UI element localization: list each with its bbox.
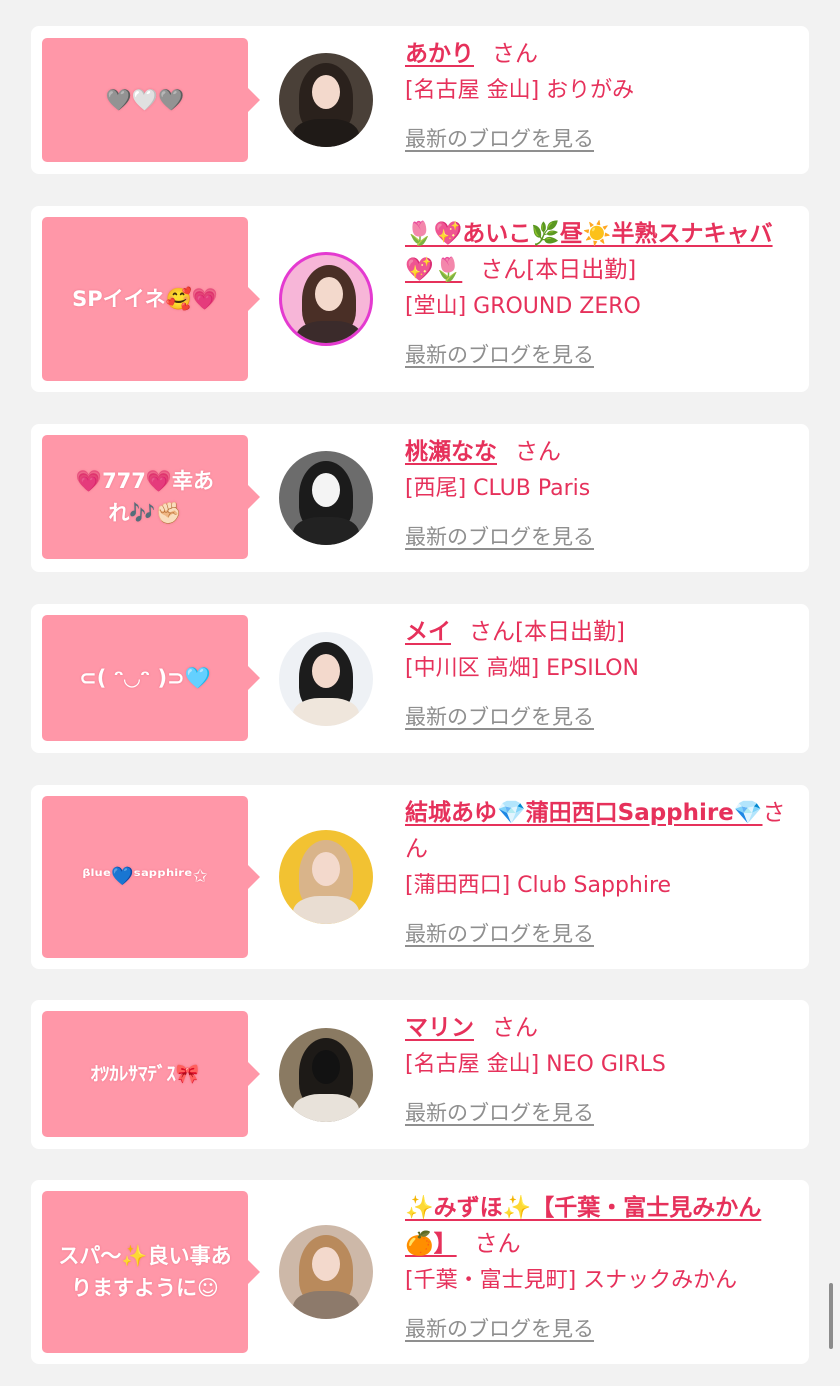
user-name-link[interactable]: 結城あゆ💎蒲田西口Sapphire💎 — [405, 800, 763, 826]
honorific: さん — [515, 439, 561, 465]
list-item: ⊂( ᵔ◡ᵔ )⊃🩵 メイ さん[本日出勤] [中川区 高畑] EPSILON 最… — [31, 604, 809, 753]
honorific: さん — [492, 1015, 538, 1041]
list-item: ᵝˡᵘᵉ💙ˢᵃᵖᵖʰⁱʳᵉ✩ 結城あゆ💎蒲田西口Sapphire💎さん [蒲田西… — [31, 785, 809, 969]
list-item: SPイイネ🥰💗 🌷💖あいこ🌿昼☀️半熟スナキャバ💖🌷 さん[本日出勤] [堂山] … — [31, 206, 809, 392]
list-item: 🩶🤍🩶 あかり さん [名古屋 金山] おりがみ 最新のブログを見る — [31, 26, 809, 174]
honorific: さん — [480, 257, 527, 283]
user-photo-icon[interactable] — [279, 1028, 373, 1122]
latest-blog-link[interactable]: 最新のブログを見る — [405, 522, 594, 552]
user-name-link[interactable]: ✨みずほ✨【千葉・富士見みかん🍊】 — [405, 1195, 761, 1257]
shop-info: [名古屋 金山] NEO GIRLS — [405, 1052, 666, 1077]
shop-info: [中川区 高畑] EPSILON — [405, 656, 640, 681]
message-bubble: ⊂( ᵔ◡ᵔ )⊃🩵 — [42, 615, 260, 741]
user-name-link[interactable]: マリン — [405, 1015, 474, 1041]
scrollbar[interactable] — [829, 1283, 833, 1349]
status-badge: [本日出勤] — [526, 257, 637, 283]
user-photo-icon[interactable] — [279, 53, 373, 147]
honorific: さん — [492, 41, 538, 67]
user-photo-icon[interactable] — [279, 252, 373, 346]
list-item: スパ〜✨良い事ありますように☺ ✨みずほ✨【千葉・富士見みかん🍊】 さん [千葉・… — [31, 1180, 809, 1364]
latest-blog-link[interactable]: 最新のブログを見る — [405, 1098, 594, 1128]
honorific: さん — [474, 1231, 521, 1257]
latest-blog-link[interactable]: 最新のブログを見る — [405, 124, 594, 154]
message-bubble: 🩶🤍🩶 — [42, 38, 260, 162]
message-bubble: ᵝˡᵘᵉ💙ˢᵃᵖᵖʰⁱʳᵉ✩ — [42, 796, 260, 958]
list-item: 💗777💗幸あれ🎶✊🏻 桃瀬なな さん [西尾] CLUB Paris 最新のブロ… — [31, 424, 809, 572]
latest-blog-link[interactable]: 最新のブログを見る — [405, 340, 594, 370]
user-name-link[interactable]: あかり — [405, 41, 474, 67]
message-bubble: SPイイネ🥰💗 — [42, 217, 260, 381]
user-photo-icon[interactable] — [279, 830, 373, 924]
shop-info: [西尾] CLUB Paris — [405, 476, 591, 501]
latest-blog-link[interactable]: 最新のブログを見る — [405, 919, 594, 949]
user-photo-icon[interactable] — [279, 1225, 373, 1319]
user-name-link[interactable]: メイ — [405, 619, 451, 645]
user-name-link[interactable]: 桃瀬なな — [405, 439, 497, 465]
user-photo-icon[interactable] — [279, 632, 373, 726]
shop-info: [蒲田西口] Club Sapphire — [405, 873, 672, 898]
list-item: ｵﾂｶﾚｻﾏﾃﾞｽ🎀 マリン さん [名古屋 金山] NEO GIRLS 最新のブ… — [31, 1000, 809, 1149]
message-bubble: ｵﾂｶﾚｻﾏﾃﾞｽ🎀 — [42, 1011, 260, 1137]
honorific: さん — [469, 619, 515, 645]
latest-blog-link[interactable]: 最新のブログを見る — [405, 1314, 594, 1344]
shop-info: [堂山] GROUND ZERO — [405, 294, 641, 319]
message-bubble: 💗777💗幸あれ🎶✊🏻 — [42, 435, 260, 559]
latest-blog-link[interactable]: 最新のブログを見る — [405, 702, 594, 732]
message-bubble: スパ〜✨良い事ありますように☺ — [42, 1191, 260, 1353]
status-badge: [本日出勤] — [515, 619, 625, 645]
user-photo-icon[interactable] — [279, 451, 373, 545]
shop-info: [名古屋 金山] おりがみ — [405, 78, 635, 103]
shop-info: [千葉・富士見町] スナックみかん — [405, 1268, 738, 1293]
